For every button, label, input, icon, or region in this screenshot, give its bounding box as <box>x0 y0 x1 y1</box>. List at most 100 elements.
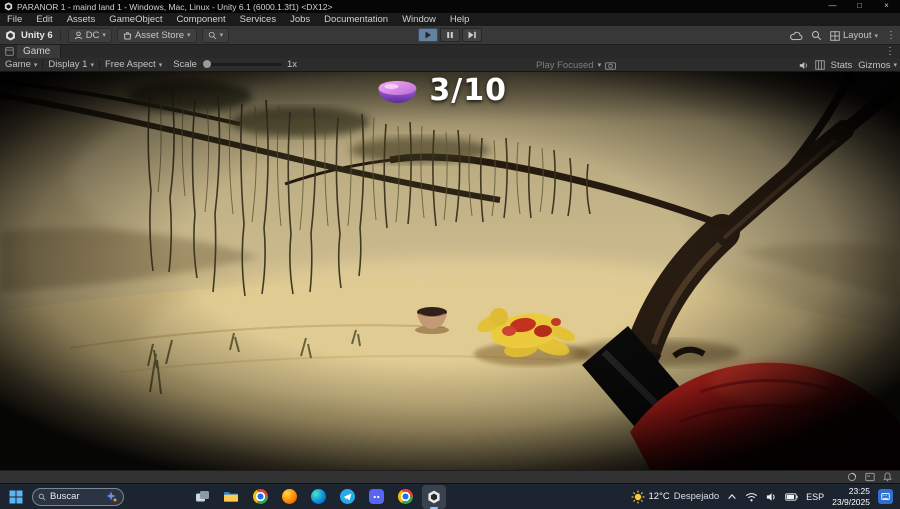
chevron-down-icon: ▾ <box>893 62 897 69</box>
menu-jobs[interactable]: Jobs <box>283 13 317 26</box>
play-button[interactable] <box>418 28 438 42</box>
display-dropdown[interactable]: Display 1 ▾ <box>43 58 99 72</box>
taskbar-search[interactable]: Buscar <box>32 487 124 506</box>
copilot-sparkle-icon <box>106 491 118 502</box>
unity-version-label: Unity 6 <box>21 29 53 41</box>
weather-widget[interactable]: 12°C Despejado <box>631 490 720 504</box>
close-button[interactable]: × <box>873 0 900 13</box>
scale-label: Scale <box>173 59 197 70</box>
menu-gameobject[interactable]: GameObject <box>102 13 169 26</box>
asset-store-label: Asset Store <box>134 29 185 41</box>
minimize-button[interactable]: — <box>819 0 846 13</box>
chevron-down-icon: ▾ <box>158 61 163 69</box>
chevron-down-icon: ▾ <box>33 61 38 69</box>
battery-icon[interactable] <box>785 492 798 501</box>
menu-file[interactable]: File <box>0 13 29 26</box>
maximize-button[interactable]: □ <box>846 0 873 13</box>
stats-toggle[interactable]: Stats <box>831 60 853 71</box>
search-tool-button[interactable]: ▾ <box>201 27 230 43</box>
menu-help[interactable]: Help <box>443 13 477 26</box>
console-icon[interactable] <box>865 472 875 482</box>
telegram-button[interactable] <box>335 485 359 509</box>
clock[interactable]: 23:25 23/9/2025 <box>832 486 870 507</box>
unity-logo-icon <box>4 2 13 11</box>
bowl-icon <box>378 80 417 103</box>
pinned-apps <box>190 484 446 509</box>
wifi-icon[interactable] <box>745 492 758 502</box>
chevron-down-icon: ▾ <box>219 32 224 39</box>
unity-hub-icon <box>6 29 15 41</box>
menu-component[interactable]: Component <box>170 13 233 26</box>
collectible-counter: 3/10 <box>429 73 508 108</box>
account-dropdown[interactable]: DC ▾ <box>67 27 112 43</box>
weather-desc: Despejado <box>673 491 720 502</box>
step-icon <box>468 31 476 39</box>
chrome-button[interactable] <box>248 485 272 509</box>
language-indicator[interactable]: ESP <box>806 492 824 502</box>
layout-dropdown[interactable]: Layout ▾ <box>830 30 878 41</box>
game-viewport[interactable]: 3/10 <box>0 72 900 470</box>
play-focused-dropdown[interactable]: Play Focused ▾ <box>536 58 616 72</box>
hud-counter-group: 3/10 <box>374 73 507 108</box>
scale-value: 1x <box>286 59 298 70</box>
divider <box>59 29 61 41</box>
edge-button[interactable] <box>306 485 330 509</box>
menu-documentation[interactable]: Documentation <box>317 13 395 26</box>
scale-slider[interactable] <box>201 60 282 68</box>
game-view-toolbar: Game ▾ Display 1 ▾ Free Aspect ▾ Scale 1… <box>0 58 900 72</box>
cloud-icon[interactable] <box>790 31 803 41</box>
windows-logo-icon <box>9 490 23 503</box>
notification-center-button[interactable] <box>878 489 893 504</box>
system-tray: 12°C Despejado ESP 23:25 23/9/2025 <box>631 486 897 507</box>
menubar: File Edit Assets GameObject Component Se… <box>0 13 900 26</box>
tab-game-label: Game <box>23 46 51 57</box>
tray-date: 23/9/2025 <box>832 496 870 507</box>
chevron-down-icon: ▾ <box>187 32 191 39</box>
asset-store-button[interactable]: Asset Store ▾ <box>116 27 197 43</box>
progress-icon[interactable] <box>847 472 857 482</box>
telegram-icon <box>339 489 355 504</box>
step-button[interactable] <box>462 28 482 42</box>
menu-window[interactable]: Window <box>395 13 443 26</box>
hidden-icons-chevron[interactable] <box>727 493 737 500</box>
task-view-icon <box>195 491 209 502</box>
pane-icon <box>5 47 14 56</box>
firefox-button[interactable] <box>277 485 301 509</box>
shopping-bag-icon <box>123 31 132 40</box>
sun-icon <box>631 490 644 503</box>
gizmos-dropdown[interactable]: Gizmos ▾ <box>858 60 897 71</box>
game-view-menu[interactable]: Game ▾ <box>0 58 42 72</box>
discord-icon <box>368 489 384 504</box>
keyboard-icon <box>881 492 890 501</box>
pause-button[interactable] <box>440 28 460 42</box>
playmode-controls <box>418 28 482 42</box>
volume-icon[interactable] <box>766 492 777 502</box>
notification-bell-icon[interactable] <box>883 472 892 482</box>
chrome-profile2-button[interactable] <box>393 485 417 509</box>
task-view-button[interactable] <box>190 485 214 509</box>
menu-edit[interactable]: Edit <box>29 13 59 26</box>
pause-icon <box>447 32 453 38</box>
mute-audio-icon[interactable] <box>799 61 809 70</box>
start-button[interactable] <box>4 485 28 509</box>
tab-bar: Game ⋮ <box>0 45 900 58</box>
menu-services[interactable]: Services <box>233 13 283 26</box>
chrome-icon <box>252 489 268 504</box>
search-placeholder: Buscar <box>50 491 80 502</box>
capture-icon[interactable] <box>605 61 616 70</box>
scale-slider-handle[interactable] <box>202 60 211 68</box>
unity-editor-taskbar-button[interactable] <box>422 484 446 509</box>
pane-menu-button[interactable]: ⋮ <box>885 46 900 57</box>
chrome-icon <box>397 489 413 504</box>
vsync-icon[interactable] <box>814 60 825 70</box>
window-controls: — □ × <box>819 0 900 13</box>
discord-button[interactable] <box>364 485 388 509</box>
file-explorer-button[interactable] <box>219 485 243 509</box>
search-icon[interactable] <box>811 30 822 41</box>
aspect-ratio-dropdown[interactable]: Free Aspect ▾ <box>100 58 167 72</box>
search-icon <box>208 31 216 39</box>
menu-assets[interactable]: Assets <box>60 13 103 26</box>
toolbar-overflow-menu[interactable]: ⋮ <box>886 30 896 41</box>
tab-game[interactable]: Game <box>17 45 62 58</box>
game-scene <box>0 72 900 470</box>
